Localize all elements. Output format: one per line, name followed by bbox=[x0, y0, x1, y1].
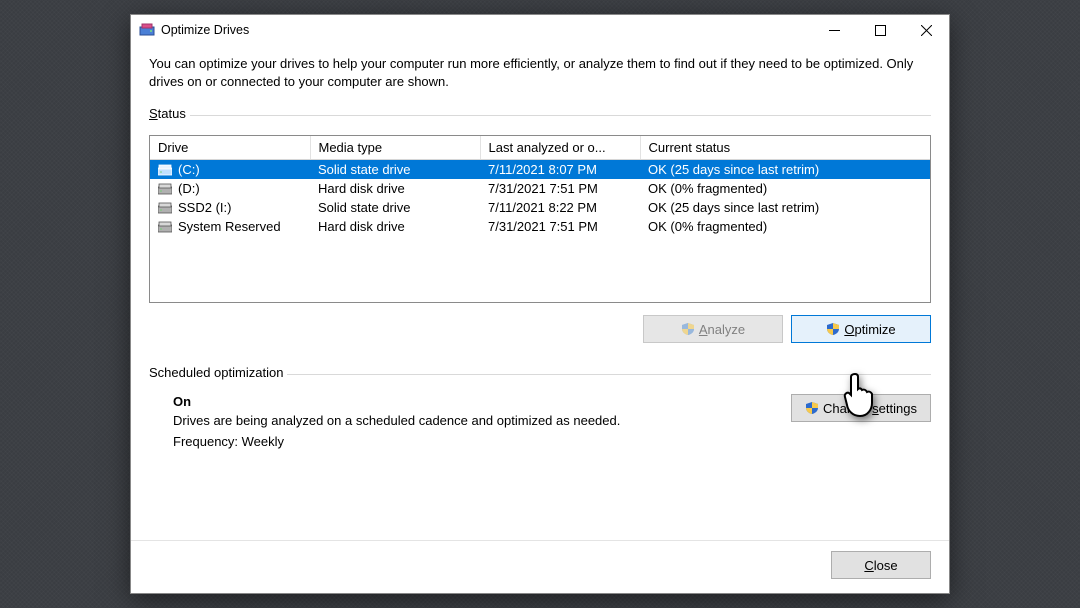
drive-status: OK (25 days since last retrim) bbox=[640, 198, 930, 217]
shield-icon bbox=[826, 322, 840, 336]
shield-icon bbox=[681, 322, 695, 336]
window-title: Optimize Drives bbox=[161, 23, 249, 37]
col-status[interactable]: Current status bbox=[640, 136, 930, 160]
drive-last: 7/11/2021 8:07 PM bbox=[480, 160, 640, 180]
drives-table[interactable]: Drive Media type Last analyzed or o... C… bbox=[149, 135, 931, 303]
drive-name: SSD2 (I:) bbox=[178, 200, 231, 215]
col-drive[interactable]: Drive bbox=[150, 136, 310, 160]
close-window-button[interactable] bbox=[903, 15, 949, 45]
drive-status: OK (0% fragmented) bbox=[640, 179, 930, 198]
drive-media: Solid state drive bbox=[310, 160, 480, 180]
drive-last: 7/11/2021 8:22 PM bbox=[480, 198, 640, 217]
drive-icon bbox=[158, 202, 172, 214]
titlebar[interactable]: Optimize Drives bbox=[131, 15, 949, 45]
drive-status: OK (0% fragmented) bbox=[640, 217, 930, 236]
close-button[interactable]: Close bbox=[831, 551, 931, 579]
table-header-row[interactable]: Drive Media type Last analyzed or o... C… bbox=[150, 136, 930, 160]
col-last[interactable]: Last analyzed or o... bbox=[480, 136, 640, 160]
status-heading: Status bbox=[149, 106, 186, 121]
change-settings-button[interactable]: Change settings bbox=[791, 394, 931, 422]
drive-name: (C:) bbox=[178, 162, 200, 177]
scheduled-heading: Scheduled optimization bbox=[149, 365, 283, 380]
schedule-on-label: On bbox=[173, 394, 771, 409]
table-row[interactable]: (D:) Hard disk drive7/31/2021 7:51 PMOK (… bbox=[150, 179, 930, 198]
drive-icon bbox=[158, 164, 172, 176]
table-row[interactable]: SSD2 (I:) Solid state drive7/11/2021 8:22… bbox=[150, 198, 930, 217]
shield-icon bbox=[805, 401, 819, 415]
table-row[interactable]: System Reserved Hard disk drive7/31/2021 … bbox=[150, 217, 930, 236]
drive-last: 7/31/2021 7:51 PM bbox=[480, 217, 640, 236]
optimize-drives-window: Optimize Drives You can optimize your dr… bbox=[130, 14, 950, 594]
drive-icon bbox=[158, 221, 172, 233]
drive-media: Solid state drive bbox=[310, 198, 480, 217]
drive-last: 7/31/2021 7:51 PM bbox=[480, 179, 640, 198]
drive-media: Hard disk drive bbox=[310, 179, 480, 198]
analyze-button: Analyze bbox=[643, 315, 783, 343]
drive-name: System Reserved bbox=[178, 219, 281, 234]
maximize-button[interactable] bbox=[857, 15, 903, 45]
table-row[interactable]: (C:) Solid state drive7/11/2021 8:07 PMOK… bbox=[150, 160, 930, 180]
drive-icon bbox=[158, 183, 172, 195]
schedule-freq: Frequency: Weekly bbox=[173, 434, 771, 449]
drive-media: Hard disk drive bbox=[310, 217, 480, 236]
minimize-button[interactable] bbox=[811, 15, 857, 45]
app-icon bbox=[139, 22, 155, 38]
optimize-button[interactable]: Optimize bbox=[791, 315, 931, 343]
intro-text: You can optimize your drives to help you… bbox=[149, 55, 931, 90]
drive-status: OK (25 days since last retrim) bbox=[640, 160, 930, 180]
col-media[interactable]: Media type bbox=[310, 136, 480, 160]
schedule-desc: Drives are being analyzed on a scheduled… bbox=[173, 413, 771, 428]
drive-name: (D:) bbox=[178, 181, 200, 196]
